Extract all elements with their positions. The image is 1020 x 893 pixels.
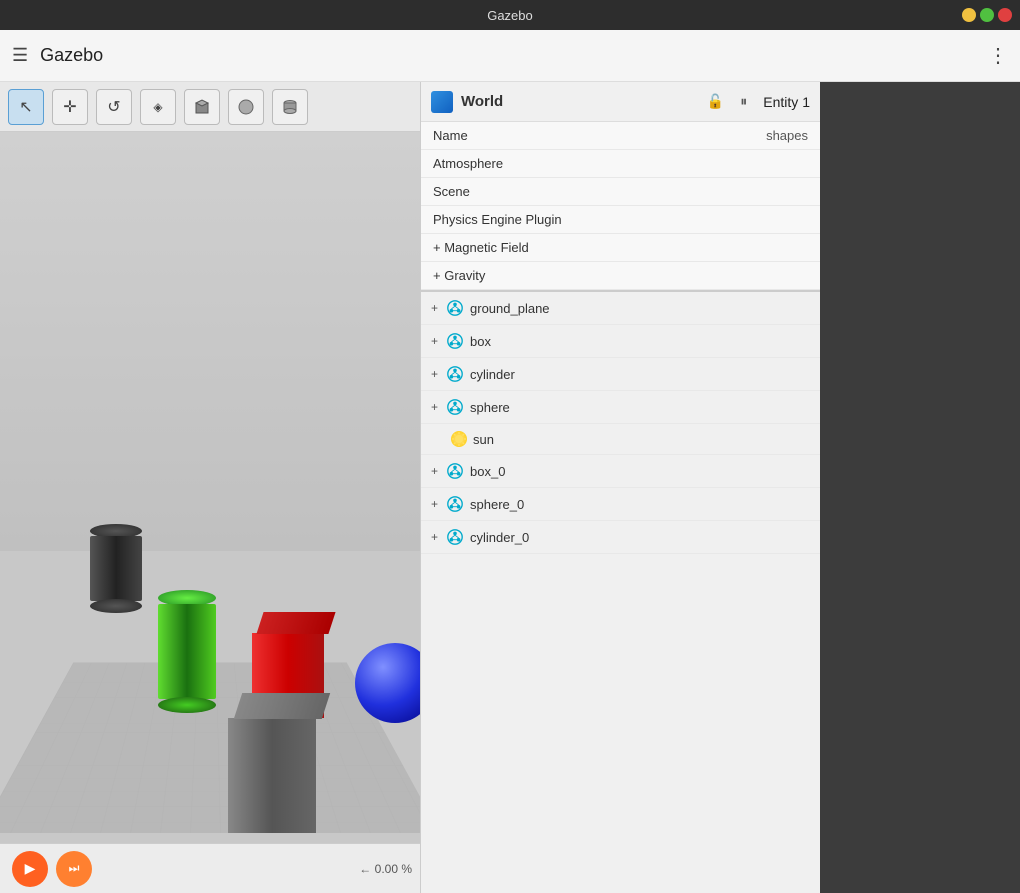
- box-tool-button[interactable]: [184, 89, 220, 125]
- entity-plus-icon: +: [431, 367, 438, 381]
- prop-atmosphere-label: Atmosphere: [433, 156, 808, 171]
- entity-plus-icon: +: [431, 464, 438, 478]
- model-icon: [446, 365, 464, 383]
- zoom-display: ← 0.00 %: [359, 862, 412, 876]
- entity-cylinder[interactable]: + cylinder: [421, 358, 820, 391]
- cylinder-tool-button[interactable]: [272, 89, 308, 125]
- green-cylinder-object: [158, 590, 216, 713]
- prop-name-value: shapes: [766, 128, 808, 143]
- entity-box[interactable]: + box: [421, 325, 820, 358]
- properties-panel: Name shapes Atmosphere Scene Physics Eng…: [421, 122, 820, 292]
- close-button[interactable]: [998, 8, 1012, 22]
- dark-cylinder-object: [90, 524, 142, 613]
- more-menu[interactable]: ⋮: [988, 43, 1008, 68]
- toolbar: ↖ ✛ ↺ ◈: [0, 82, 420, 132]
- prop-scene-label: Scene: [433, 184, 808, 199]
- sphere-tool-button[interactable]: [228, 89, 264, 125]
- entity-plus-icon: +: [431, 334, 438, 348]
- sphere-icon: [237, 98, 255, 116]
- box-icon: [193, 98, 211, 116]
- entity-label-sphere-0: sphere_0: [470, 497, 524, 512]
- entity-label-cylinder-0: cylinder_0: [470, 530, 529, 545]
- entity-label-cylinder: cylinder: [470, 367, 515, 382]
- model-icon: [446, 299, 464, 317]
- light-icon: [451, 431, 467, 447]
- right-panel: World 🔓 ⏸ Entity 1 Name shapes Atmospher…: [420, 82, 820, 893]
- minimize-button[interactable]: [962, 8, 976, 22]
- entity-box-0[interactable]: + box_0: [421, 455, 820, 488]
- main-layout: ↖ ✛ ↺ ◈: [0, 82, 1020, 893]
- rotate-tool-button[interactable]: ↺: [96, 89, 132, 125]
- entity-plus-icon: +: [431, 301, 438, 315]
- entity-plus-icon: +: [431, 497, 438, 511]
- prop-physics-row[interactable]: Physics Engine Plugin: [421, 206, 820, 234]
- zoom-arrow: ←: [359, 862, 371, 876]
- entity-plus-icon: +: [431, 400, 438, 414]
- entity-plus-icon: +: [431, 530, 438, 544]
- viewport[interactable]: ▶ ⏭ ← 0.00 %: [0, 132, 420, 893]
- world-icon: [431, 91, 453, 113]
- world-title: World: [461, 93, 699, 110]
- model-icon: [446, 398, 464, 416]
- prop-physics-label: Physics Engine Plugin: [433, 212, 808, 227]
- lock-icon[interactable]: 🔓: [707, 93, 724, 110]
- window-controls: [962, 8, 1012, 22]
- entity-sun[interactable]: sun: [421, 424, 820, 455]
- entity-label-sun: sun: [473, 432, 494, 447]
- entity-label-ground-plane: ground_plane: [470, 301, 550, 316]
- entity-label-box: box: [470, 334, 491, 349]
- prop-atmosphere-row[interactable]: Atmosphere: [421, 150, 820, 178]
- prop-gravity-label: + Gravity: [433, 268, 808, 283]
- prop-gravity-row[interactable]: + Gravity: [421, 262, 820, 290]
- world-header: World 🔓 ⏸ Entity 1: [421, 82, 820, 122]
- hamburger-menu[interactable]: ☰: [12, 45, 28, 66]
- app-title: Gazebo: [487, 8, 533, 23]
- play-button[interactable]: ▶: [12, 851, 48, 887]
- cylinder-icon: [281, 98, 299, 116]
- entity-ground-plane[interactable]: + ground_plane: [421, 292, 820, 325]
- model-icon: [446, 462, 464, 480]
- fast-forward-button[interactable]: ⏭: [56, 851, 92, 887]
- entity-sphere-0[interactable]: + sphere_0: [421, 488, 820, 521]
- move-tool-button[interactable]: ✛: [52, 89, 88, 125]
- prop-name-label: Name: [433, 128, 766, 143]
- menubar: ☰ Gazebo ⋮: [0, 30, 1020, 82]
- shape3d-tool-button[interactable]: ◈: [140, 89, 176, 125]
- entity-label-sphere: sphere: [470, 400, 510, 415]
- left-panel: ↖ ✛ ↺ ◈: [0, 82, 420, 893]
- bottom-bar: ▶ ⏭ ← 0.00 %: [0, 843, 420, 893]
- select-tool-button[interactable]: ↖: [8, 89, 44, 125]
- model-icon: [446, 528, 464, 546]
- sky-area: [0, 132, 420, 551]
- maximize-button[interactable]: [980, 8, 994, 22]
- entity-list: + ground_plane +: [421, 292, 820, 893]
- entity-label: Entity 1: [763, 94, 810, 110]
- model-icon: [446, 332, 464, 350]
- entity-cylinder-0[interactable]: + cylinder_0: [421, 521, 820, 554]
- prop-scene-row[interactable]: Scene: [421, 178, 820, 206]
- prop-magnetic-label: + Magnetic Field: [433, 240, 808, 255]
- prop-magnetic-row[interactable]: + Magnetic Field: [421, 234, 820, 262]
- pause-icon[interactable]: ⏸: [740, 93, 747, 110]
- titlebar: Gazebo: [0, 0, 1020, 30]
- prop-name-row[interactable]: Name shapes: [421, 122, 820, 150]
- app-menu-title: Gazebo: [40, 45, 988, 66]
- entity-sphere[interactable]: + sphere: [421, 391, 820, 424]
- model-icon: [446, 495, 464, 513]
- gray-box-object: [228, 693, 326, 833]
- entity-label-box-0: box_0: [470, 464, 505, 479]
